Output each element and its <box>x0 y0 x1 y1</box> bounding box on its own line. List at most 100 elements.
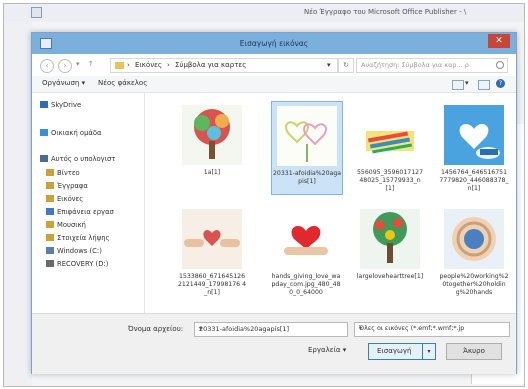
up-arrow-icon[interactable]: ↑ <box>88 60 94 68</box>
sidebar-item[interactable]: Οικιακή ομάδα <box>40 129 102 140</box>
close-button[interactable]: ✕ <box>488 34 510 48</box>
sidebar-item[interactable]: Αυτός ο υπολογιστ <box>40 155 115 166</box>
sidebar-item[interactable]: Windows (C:) <box>46 247 102 258</box>
file-name: 1a[1] <box>203 169 221 176</box>
refresh-button[interactable]: ↻ <box>338 58 354 73</box>
publisher-left-panel <box>4 22 32 386</box>
file-name: 556095_359601712748025_15779933_n[1] <box>356 169 424 192</box>
sidebar-item-label: Στοιχεία λήψης <box>57 234 110 242</box>
sidebar-item-label: Μουσική <box>57 221 86 229</box>
navigation-bar: ‹ › ▾ ↑ › Εικόνες › Σύμβολα για καρτες ▾… <box>32 54 516 76</box>
filetype-select[interactable]: Όλες οι εικόνες (*.emf;*.wmf;*.jp ▾ <box>354 322 510 337</box>
sidebar-item[interactable]: Έγγραφα <box>46 182 88 193</box>
command-bar: Οργάνωση ▾ Νέος φάκελος ▾ ? <box>32 76 516 93</box>
filename-field[interactable]: 20331-afoidia%20agapis[1] ▾ <box>194 322 348 337</box>
sidebar-item-label: Έγγραφα <box>57 182 88 190</box>
file-item[interactable]: 556095_359601712748025_15779933_n[1] <box>355 101 425 197</box>
search-icon <box>496 61 504 69</box>
publisher-title-bar: Νέο Έγγραφο του Microsoft Office Publish… <box>4 4 524 22</box>
file-item[interactable]: 1a[1] <box>177 101 247 197</box>
forward-button[interactable]: › <box>58 59 72 73</box>
drive-icon <box>46 260 54 267</box>
file-thumbnail <box>444 209 504 269</box>
sidebar-item[interactable]: Στοιχεία λήψης <box>46 234 110 245</box>
file-item[interactable]: 20331-afoidia%20agapis[1] <box>271 101 343 195</box>
filename-dropdown-icon[interactable]: ▾ <box>199 325 344 332</box>
music-folder-icon <box>46 221 54 228</box>
sidebar-item-label: Εικόνες <box>57 195 84 203</box>
documents-folder-icon <box>46 182 54 189</box>
cancel-button-label: Άκυρο <box>463 347 485 355</box>
publisher-app-icon <box>31 7 42 18</box>
sidebar-item-label: Οικιακή ομάδα <box>51 129 102 137</box>
file-thumbnail <box>277 106 337 166</box>
view-mode-icon[interactable] <box>452 80 464 90</box>
dialog-title-bar: Εισαγωγή εικόνας ✕ <box>32 33 516 54</box>
file-name: 1456764_6465167517779820_446088378_n[1] <box>439 169 509 192</box>
sidebar-item-label: Windows (C:) <box>57 247 102 255</box>
sidebar-item-label: Αυτός ο υπολογιστ <box>51 155 116 163</box>
sidebar-item-label: RECOVERY (D:) <box>57 260 109 268</box>
computer-icon <box>40 155 48 162</box>
downloads-folder-icon <box>46 234 54 241</box>
sidebar-item-label: SkyDrive <box>51 101 82 109</box>
file-item[interactable]: 1456764_6465167517779820_446088378_n[1] <box>439 101 509 197</box>
file-name: largelovehearttree[1] <box>356 273 424 280</box>
dialog-footer: Όνομα αρχείου: 20331-afoidia%20agapis[1]… <box>32 313 516 374</box>
file-thumbnail <box>182 105 242 165</box>
insert-button-label: Εισαγωγή <box>377 347 412 355</box>
publisher-window-title: Νέο Έγγραφο του Microsoft Office Publish… <box>304 8 467 16</box>
filetype-dropdown-icon: ▾ <box>359 325 363 332</box>
file-item[interactable]: largelovehearttree[1] <box>355 205 425 301</box>
file-thumbnail <box>444 105 504 165</box>
search-placeholder: Αναζήτηση: Σύμβολα για καρ... ρ <box>361 61 469 69</box>
breadcrumb-separator-icon: › <box>127 61 130 69</box>
preview-pane-icon[interactable] <box>478 80 490 90</box>
file-thumbnail <box>360 105 420 165</box>
insert-options-dropdown[interactable]: ▾ <box>422 343 436 360</box>
sidebar-item[interactable]: Εικόνες <box>46 195 83 206</box>
file-thumbnail <box>182 209 242 269</box>
view-dropdown-icon[interactable]: ▾ <box>465 79 469 87</box>
file-item[interactable]: hands_giving_love_wapday_com.jpg_480_480… <box>271 205 341 301</box>
sidebar-item-label: Επιφάνεια εργασ <box>57 208 114 216</box>
file-name: 20331-afoidia%20agapis[1] <box>272 170 342 185</box>
insert-picture-dialog: Εισαγωγή εικόνας ✕ ‹ › ▾ ↑ › Εικόνες › Σ… <box>31 32 517 374</box>
new-folder-button[interactable]: Νέος φάκελος <box>98 79 147 87</box>
navigation-pane: SkyDrive Οικιακή ομάδα Αυτός ο υπολογιστ Βί… <box>32 93 145 313</box>
back-button[interactable]: ‹ <box>40 59 54 73</box>
file-item[interactable]: people%20working%20together%20holding%20… <box>439 205 509 301</box>
video-folder-icon <box>46 169 54 176</box>
breadcrumb-item-card-symbols[interactable]: Σύμβολα για καρτες <box>175 61 246 69</box>
breadcrumb[interactable]: › Εικόνες › Σύμβολα για καρτες ▾ <box>110 58 338 73</box>
breadcrumb-item-pictures[interactable]: Εικόνες <box>135 61 162 69</box>
sidebar-item[interactable]: Βίντεο <box>46 169 80 180</box>
breadcrumb-dropdown-icon[interactable]: ▾ <box>327 61 331 69</box>
recent-locations-chevron-icon[interactable]: ▾ <box>76 60 80 68</box>
publisher-window: Νέο Έγγραφο του Microsoft Office Publish… <box>3 3 525 387</box>
sidebar-item[interactable]: Επιφάνεια εργασ <box>46 208 114 219</box>
sidebar-item[interactable]: RECOVERY (D:) <box>46 260 108 271</box>
help-icon[interactable]: ? <box>496 79 505 88</box>
sidebar-item[interactable]: Μουσική <box>46 221 86 232</box>
sidebar-item[interactable]: SkyDrive <box>40 101 81 112</box>
folder-icon <box>115 62 124 69</box>
organize-button[interactable]: Οργάνωση ▾ <box>42 79 85 87</box>
file-item[interactable]: 1533860_6716451262121449_17998176 4_n[1] <box>177 205 247 301</box>
filename-label: Όνομα αρχείου: <box>128 325 184 333</box>
file-name: 1533860_6716451262121449_17998176 4_n[1] <box>177 273 247 296</box>
pictures-folder-icon <box>46 195 54 202</box>
cancel-button[interactable]: Άκυρο <box>446 343 502 360</box>
file-thumbnail <box>360 209 420 269</box>
file-thumbnail <box>276 209 336 269</box>
search-input[interactable]: Αναζήτηση: Σύμβολα για καρ... ρ <box>356 58 508 73</box>
file-name: hands_giving_love_wapday_com.jpg_480_480… <box>271 273 341 296</box>
sidebar-item-label: Βίντεο <box>57 169 80 177</box>
dialog-title: Εισαγωγή εικόνας <box>239 39 309 48</box>
file-name: people%20working%20together%20holding%20… <box>439 273 509 296</box>
homegroup-icon <box>40 129 48 136</box>
tools-button[interactable]: Εργαλεία ▾ <box>308 346 346 354</box>
desktop-folder-icon <box>46 208 54 215</box>
file-list: 1a[1] 20331-afoidia%20agapis[1] 556095_359… <box>145 93 516 313</box>
insert-button[interactable]: Εισαγωγή <box>368 343 424 360</box>
